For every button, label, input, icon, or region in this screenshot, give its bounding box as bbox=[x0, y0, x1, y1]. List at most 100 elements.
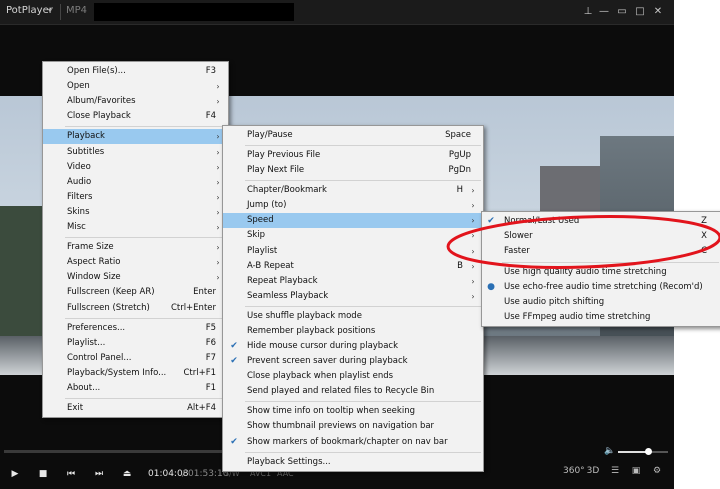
speed-menu-item-faster[interactable]: Faster C bbox=[482, 244, 720, 259]
speed-menu-item-label: Use high quality audio time stretching bbox=[504, 267, 667, 277]
speed-menu-item-label: Use audio pitch shifting bbox=[504, 297, 605, 307]
checkmark-icon: ✔ bbox=[230, 436, 238, 447]
main-menu-item-preferences[interactable]: Preferences... F5 bbox=[43, 321, 228, 336]
volume-knob[interactable] bbox=[645, 448, 652, 455]
app-menu-chevron-icon[interactable]: ▾ bbox=[48, 6, 52, 15]
main-menu-item-label: Playlist... bbox=[67, 337, 106, 348]
playback-menu-item-show-thumbnail-previews-on-navigation-bar[interactable]: Show thumbnail previews on navigation ba… bbox=[223, 419, 483, 434]
checkmark-icon: ✔ bbox=[487, 216, 495, 226]
main-menu-item-close-playback[interactable]: Close Playback F4 bbox=[43, 109, 228, 124]
play-button[interactable]: ▶ bbox=[5, 464, 25, 484]
main-menu-item-open[interactable]: Open › bbox=[43, 79, 228, 94]
chevron-right-icon: › bbox=[216, 243, 220, 253]
playback-menu-item-chapter-bookmark[interactable]: Chapter/Bookmark H › bbox=[223, 183, 483, 198]
close-icon[interactable]: ✕ bbox=[650, 4, 666, 20]
main-menu-item-video[interactable]: Video › bbox=[43, 160, 228, 175]
speaker-icon[interactable]: 🔈 bbox=[604, 446, 615, 456]
main-menu-item-label: Frame Size bbox=[67, 242, 114, 253]
main-menu-item-label: Window Size bbox=[67, 272, 121, 283]
main-menu-item-frame-size[interactable]: Frame Size › bbox=[43, 240, 228, 255]
playback-menu-item-label: Hide mouse cursor during playback bbox=[247, 341, 399, 351]
main-menu-item-fullscreen-stretch[interactable]: Fullscreen (Stretch) Ctrl+Enter bbox=[43, 301, 228, 316]
speed-menu-item-shortcut: X bbox=[701, 231, 707, 241]
maximize-icon[interactable]: □ bbox=[632, 4, 648, 20]
main-menu-separator bbox=[65, 398, 226, 400]
playback-menu-item-show-time-info-on-tooltip-when-seeking[interactable]: Show time info on tooltip when seeking bbox=[223, 404, 483, 419]
chevron-right-icon: › bbox=[216, 192, 220, 202]
app-name[interactable]: PotPlayer bbox=[6, 5, 53, 16]
playback-menu-item-play-next-file[interactable]: Play Next File PgDn bbox=[223, 163, 483, 178]
playback-menu-item-show-markers-of-bookmark-chapter-on-nav-bar[interactable]: ✔ Show markers of bookmark/chapter on nav… bbox=[223, 435, 483, 450]
speed-menu-item-use-high-quality-audio-time-stretching[interactable]: Use high quality audio time stretching bbox=[482, 265, 720, 280]
volume-slider[interactable] bbox=[618, 448, 668, 455]
main-menu-item-album-favorites[interactable]: Album/Favorites › bbox=[43, 94, 228, 109]
playback-menu-item-hide-mouse-cursor-during-playback[interactable]: ✔ Hide mouse cursor during playback bbox=[223, 339, 483, 354]
main-menu-item-about[interactable]: About... F1 bbox=[43, 381, 228, 396]
main-menu-item-label: Preferences... bbox=[67, 322, 126, 333]
main-menu-item-playback-system-info[interactable]: Playback/System Info... Ctrl+F1 bbox=[43, 366, 228, 381]
playlist-toggle-icon[interactable]: ☰ bbox=[606, 466, 624, 476]
subtitle-toggle-icon[interactable]: ▣ bbox=[627, 466, 645, 476]
playback-menu-item-jump-to[interactable]: Jump (to) › bbox=[223, 198, 483, 213]
main-menu-item-filters[interactable]: Filters › bbox=[43, 190, 228, 205]
next-button[interactable]: ⏭ bbox=[89, 464, 109, 484]
playback-menu-item-repeat-playback[interactable]: Repeat Playback › bbox=[223, 274, 483, 289]
main-menu-item-window-size[interactable]: Window Size › bbox=[43, 270, 228, 285]
playback-menu-item-a-b-repeat[interactable]: A-B Repeat B › bbox=[223, 259, 483, 274]
playback-menu-item-send-played-and-related-files-to-recycle-bin[interactable]: Send played and related files to Recycle… bbox=[223, 384, 483, 399]
playback-menu-item-seamless-playback[interactable]: Seamless Playback › bbox=[223, 289, 483, 304]
main-menu-item-label: Video bbox=[67, 161, 91, 172]
main-menu-item-label: Open File(s)... bbox=[67, 66, 126, 76]
speed-menu-item-slower[interactable]: Slower X bbox=[482, 229, 720, 244]
playback-menu-item-speed[interactable]: Speed › bbox=[223, 213, 483, 229]
playback-menu-item-label: Use shuffle playback mode bbox=[247, 310, 362, 321]
speed-menu-item-normal-last-used[interactable]: ✔ Normal/Last Used Z bbox=[482, 214, 720, 229]
eject-button[interactable]: ⏏ bbox=[117, 464, 137, 484]
playback-menu-item-playlist[interactable]: Playlist › bbox=[223, 244, 483, 259]
volume-fill bbox=[618, 451, 648, 453]
restore-icon[interactable]: ▭ bbox=[614, 4, 630, 20]
main-menu-item-label: Fullscreen (Keep AR) bbox=[67, 287, 155, 298]
playback-menu-item-label: Show thumbnail previews on navigation ba… bbox=[247, 421, 435, 432]
speed-menu-item-use-audio-pitch-shifting[interactable]: Use audio pitch shifting bbox=[482, 295, 720, 310]
speed-menu-item-use-ffmpeg-audio-time-stretching[interactable]: Use FFmpeg audio time stretching bbox=[482, 310, 720, 325]
playback-menu-item-label: Repeat Playback bbox=[247, 275, 318, 286]
previous-button[interactable]: ⏮ bbox=[61, 464, 81, 484]
main-menu-item-control-panel[interactable]: Control Panel... F7 bbox=[43, 351, 228, 366]
playback-menu-item-shortcut: B bbox=[457, 260, 463, 271]
playback-menu-separator bbox=[245, 451, 481, 453]
playback-menu-item-shortcut: PgUp bbox=[448, 150, 471, 160]
main-menu-item-exit[interactable]: Exit Alt+F4 bbox=[43, 401, 228, 416]
pin-icon[interactable]: ⊥ bbox=[580, 4, 596, 20]
playback-menu-item-play-pause[interactable]: Play/Pause Space bbox=[223, 128, 483, 143]
stop-button[interactable]: ■ bbox=[33, 464, 53, 484]
main-menu-item-subtitles[interactable]: Subtitles › bbox=[43, 145, 228, 160]
main-menu-item-open-file-s[interactable]: Open File(s)... F3 bbox=[43, 64, 228, 79]
3d-button[interactable]: 3D bbox=[584, 466, 602, 476]
main-menu-separator bbox=[65, 317, 226, 319]
playback-menu-item-playback-settings[interactable]: Playback Settings... bbox=[223, 455, 483, 470]
main-menu-item-audio[interactable]: Audio › bbox=[43, 175, 228, 190]
main-menu-item-playlist[interactable]: Playlist... F6 bbox=[43, 336, 228, 351]
playback-menu-item-use-shuffle-playback-mode[interactable]: Use shuffle playback mode bbox=[223, 309, 483, 324]
main-menu-item-shortcut: F6 bbox=[205, 337, 216, 348]
playback-menu-item-label: Jump (to) bbox=[247, 200, 287, 211]
minimize-icon[interactable]: — bbox=[596, 4, 612, 20]
main-menu-item-misc[interactable]: Misc › bbox=[43, 220, 228, 235]
main-menu-item-playback[interactable]: Playback › bbox=[43, 129, 228, 145]
main-menu-item-label: Album/Favorites bbox=[67, 96, 136, 107]
main-menu-item-fullscreen-keep-ar[interactable]: Fullscreen (Keep AR) Enter bbox=[43, 285, 228, 300]
vr-360-button[interactable]: 360° bbox=[563, 466, 585, 476]
playback-menu-item-close-playback-when-playlist-ends[interactable]: Close playback when playlist ends bbox=[223, 369, 483, 384]
main-menu-item-aspect-ratio[interactable]: Aspect Ratio › bbox=[43, 255, 228, 270]
playback-menu-item-play-previous-file[interactable]: Play Previous File PgUp bbox=[223, 148, 483, 163]
settings-gear-icon[interactable]: ⚙ bbox=[648, 466, 666, 476]
playback-menu-item-skip[interactable]: Skip › bbox=[223, 228, 483, 243]
main-menu-item-skins[interactable]: Skins › bbox=[43, 205, 228, 220]
playback-menu-item-remember-playback-positions[interactable]: Remember playback positions bbox=[223, 324, 483, 339]
main-menu-item-label: Subtitles bbox=[67, 146, 105, 157]
playback-menu-item-label: Seamless Playback bbox=[247, 290, 329, 301]
context-menu-playback: Play/Pause Space Play Previous File PgUp Pla… bbox=[222, 125, 484, 472]
playback-menu-item-prevent-screen-saver-during-playback[interactable]: ✔ Prevent screen saver during playback bbox=[223, 354, 483, 369]
speed-menu-item-use-echo-free-audio-time-stretching-recom-d[interactable]: ● Use echo-free audio time stretching (Re… bbox=[482, 280, 720, 295]
